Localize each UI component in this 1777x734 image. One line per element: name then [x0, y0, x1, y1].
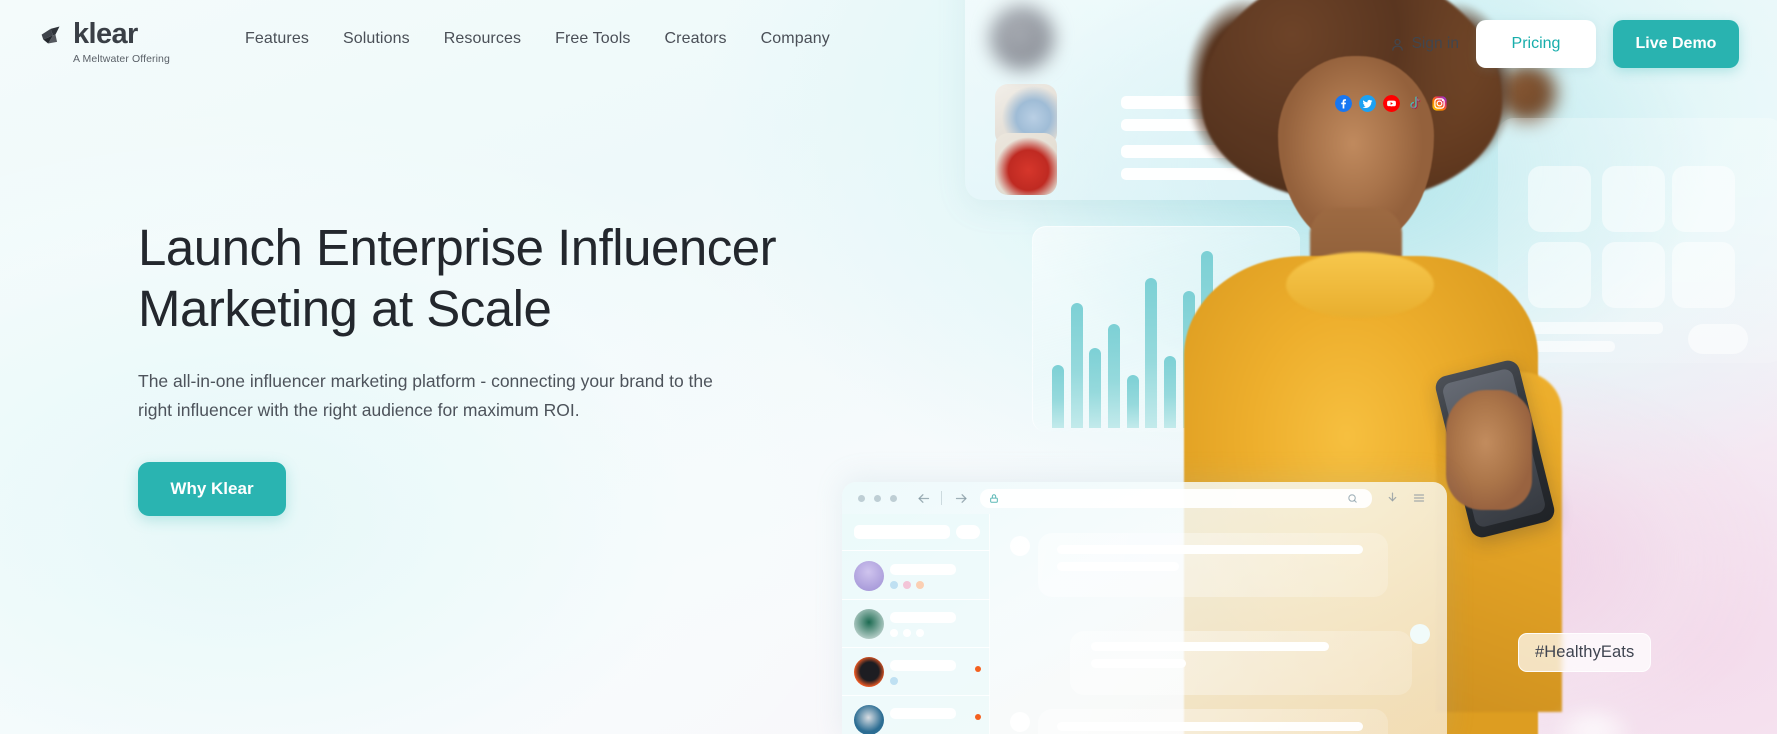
- chart-bar: [1238, 285, 1251, 428]
- hamburger-menu-icon[interactable]: [1412, 492, 1426, 504]
- chart-bar: [1201, 251, 1214, 428]
- hero-subheadline: The all-in-one influencer marketing plat…: [138, 371, 713, 420]
- list-item[interactable]: [842, 696, 990, 734]
- list-item[interactable]: [842, 600, 990, 648]
- main-navigation: Features Solutions Resources Free Tools …: [245, 30, 830, 48]
- arrow-right-icon[interactable]: [954, 491, 969, 506]
- message-bubble: [1070, 631, 1412, 695]
- chart-bar: [1164, 355, 1176, 428]
- arrow-left-icon[interactable]: [916, 491, 931, 506]
- nav-item-company[interactable]: Company: [761, 30, 830, 48]
- why-klear-button[interactable]: Why Klear: [138, 462, 286, 517]
- logo-tagline: A Meltwater Offering: [73, 53, 170, 65]
- grid-cell: [1602, 166, 1665, 232]
- nav-item-solutions[interactable]: Solutions: [343, 30, 410, 48]
- instagram-icon[interactable]: [1431, 95, 1448, 112]
- list-item[interactable]: [842, 648, 990, 696]
- placeholder-pill: [956, 525, 980, 539]
- live-demo-button[interactable]: Live Demo: [1613, 20, 1739, 68]
- message-avatar: [1010, 536, 1030, 556]
- placeholder-bar: [1091, 642, 1329, 651]
- sign-in-link[interactable]: Sign in: [1390, 35, 1459, 53]
- download-icon[interactable]: [1386, 491, 1399, 505]
- social-links: [1335, 95, 1448, 112]
- tiktok-icon[interactable]: [1407, 95, 1424, 112]
- user-icon: [1391, 38, 1403, 51]
- grid-cell: [1528, 166, 1591, 232]
- grid-cell: [1672, 242, 1735, 308]
- nav-item-creators[interactable]: Creators: [664, 30, 726, 48]
- chart-bar: [1070, 302, 1083, 428]
- avatar: [854, 561, 884, 591]
- placeholder-bar: [854, 525, 950, 539]
- avatar: [854, 609, 884, 639]
- sign-in-label: Sign in: [1411, 35, 1459, 52]
- chart-bar: [1257, 336, 1270, 428]
- page-title: Launch Enterprise Influencer Marketing a…: [138, 219, 777, 337]
- nav-item-resources[interactable]: Resources: [444, 30, 521, 48]
- chart-bar: [1108, 323, 1120, 428]
- analytics-chart-card: [1032, 226, 1300, 432]
- nav-item-features[interactable]: Features: [245, 30, 309, 48]
- chart-bar: [1089, 348, 1102, 428]
- placeholder-pill: [1688, 324, 1748, 354]
- placeholder-bar: [1121, 96, 1353, 109]
- product-thumbnail: [995, 133, 1057, 195]
- grid-cell: [1528, 242, 1591, 308]
- browser-chrome: [842, 482, 1447, 514]
- chart-bar: [1276, 295, 1288, 428]
- placeholder-bar: [1057, 545, 1363, 554]
- placeholder-bar: [1057, 562, 1179, 571]
- placeholder-bar: [1527, 341, 1615, 352]
- placeholder-bar: [1091, 659, 1186, 668]
- grid-cell: [1672, 166, 1735, 232]
- twitter-icon[interactable]: [1359, 95, 1376, 112]
- placeholder-bar: [1121, 145, 1353, 158]
- hero-page: #HealthyEats klear A Meltwater Offering …: [0, 0, 1777, 734]
- hero-section: Launch Enterprise Influencer Marketing a…: [138, 218, 778, 517]
- product-thumbnail: [995, 84, 1057, 146]
- pink-glow: [1180, 330, 1777, 734]
- list-item[interactable]: [842, 552, 990, 600]
- youtube-icon[interactable]: [1383, 95, 1400, 112]
- message-bubble: [1038, 709, 1388, 734]
- chart-bar: [1126, 374, 1139, 428]
- chart-bar: [1220, 310, 1232, 428]
- pricing-button[interactable]: Pricing: [1476, 20, 1596, 68]
- url-bar[interactable]: [980, 489, 1372, 508]
- header-actions: Sign in Pricing Live Demo: [1390, 20, 1739, 68]
- message-avatar: [1010, 712, 1030, 732]
- bar-chart: [1052, 238, 1288, 428]
- chart-bar: [1182, 291, 1195, 428]
- chart-bar: [1145, 277, 1158, 428]
- browser-content: [842, 514, 1447, 734]
- site-header: klear A Meltwater Offering Features Solu…: [0, 0, 1777, 88]
- grid-panel: [1498, 118, 1777, 363]
- avatar-orb: [1558, 712, 1628, 734]
- placeholder-bar: [1057, 722, 1363, 731]
- facebook-icon[interactable]: [1335, 95, 1352, 112]
- message-avatar: [1410, 624, 1430, 644]
- placeholder-bar: [1121, 168, 1255, 180]
- avatar: [854, 705, 884, 734]
- placeholder-bar: [1121, 119, 1255, 131]
- hashtag-badge: #HealthyEats: [1518, 633, 1652, 672]
- lock-icon: [990, 494, 998, 503]
- logo-wordmark: klear: [73, 18, 138, 50]
- placeholder-bar: [1527, 322, 1663, 334]
- logo[interactable]: klear A Meltwater Offering: [40, 20, 170, 65]
- chart-bar: [1052, 365, 1064, 428]
- search-icon[interactable]: [1347, 493, 1358, 504]
- message-bubble: [1038, 533, 1388, 597]
- browser-mockup: [842, 482, 1447, 734]
- nav-item-free-tools[interactable]: Free Tools: [555, 30, 630, 48]
- influencer-list-sidebar: [842, 514, 990, 734]
- avatar: [854, 657, 884, 687]
- gem-icon: [41, 26, 60, 44]
- grid-cell: [1602, 242, 1665, 308]
